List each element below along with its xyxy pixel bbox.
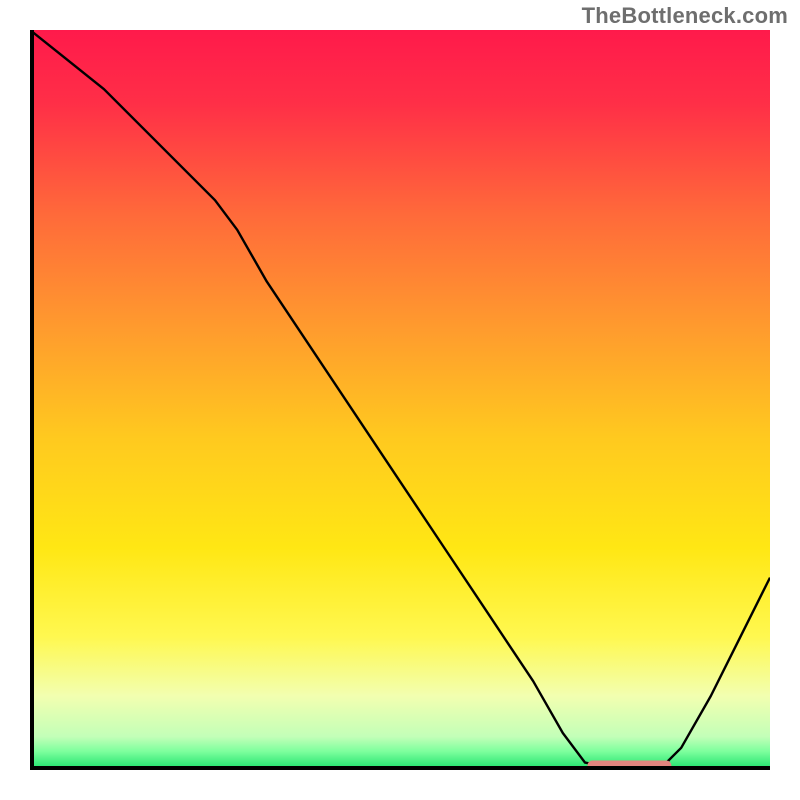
watermark-text: TheBottleneck.com — [582, 3, 788, 29]
chart-stage: TheBottleneck.com — [0, 0, 800, 800]
heat-background — [30, 30, 770, 770]
plot-area — [30, 30, 770, 770]
chart-svg — [30, 30, 770, 770]
